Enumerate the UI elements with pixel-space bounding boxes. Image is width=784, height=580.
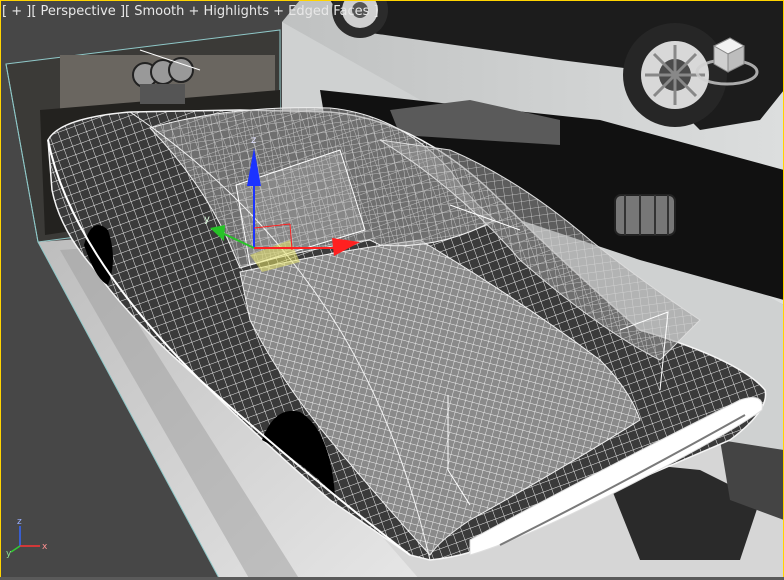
gizmo-y-label: y <box>204 214 210 225</box>
gizmo-z-label: z <box>251 135 256 146</box>
viewport-shading-menu[interactable]: [ Smooth + Highlights + Edged Faces ] <box>125 4 379 19</box>
viewport-label: [ + ][ Perspective ][ Smooth + Highlight… <box>2 4 379 19</box>
scene-canvas[interactable]: z y <box>0 0 784 580</box>
axis-z-label: z <box>17 517 22 527</box>
axis-x-label: x <box>42 542 48 552</box>
axis-tripod-icon: z x y <box>6 517 48 559</box>
axis-y-label: y <box>6 549 12 559</box>
viewport-pov-menu[interactable]: [ Perspective ] <box>31 4 125 19</box>
viewcube-icon[interactable] <box>694 32 760 90</box>
perspective-viewport[interactable]: z y [ + ][ Perspective ][ Smooth + Highl… <box>0 0 784 580</box>
viewport-general-menu[interactable]: [ + ] <box>2 4 31 19</box>
